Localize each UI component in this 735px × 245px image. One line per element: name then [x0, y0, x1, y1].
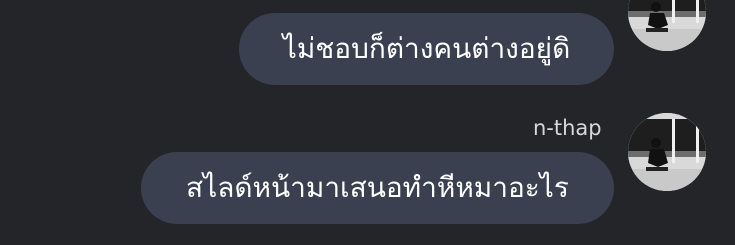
user-avatar-photo-icon	[628, 0, 706, 51]
message-text: สไลด์หน้ามาเสนอทำหีหมาอะไร	[186, 171, 569, 204]
message-text: ไม่ชอบก็ต่างคนต่างอยู่ดิ	[282, 32, 571, 65]
sender-name[interactable]: n-thap	[533, 116, 602, 140]
message-bubble[interactable]: สไลด์หน้ามาเสนอทำหีหมาอะไร	[141, 152, 614, 224]
avatar[interactable]	[628, 113, 706, 191]
user-avatar-photo-icon	[628, 113, 706, 191]
message-bubble[interactable]: ไม่ชอบก็ต่างคนต่างอยู่ดิ	[239, 13, 614, 85]
avatar[interactable]	[628, 0, 706, 51]
